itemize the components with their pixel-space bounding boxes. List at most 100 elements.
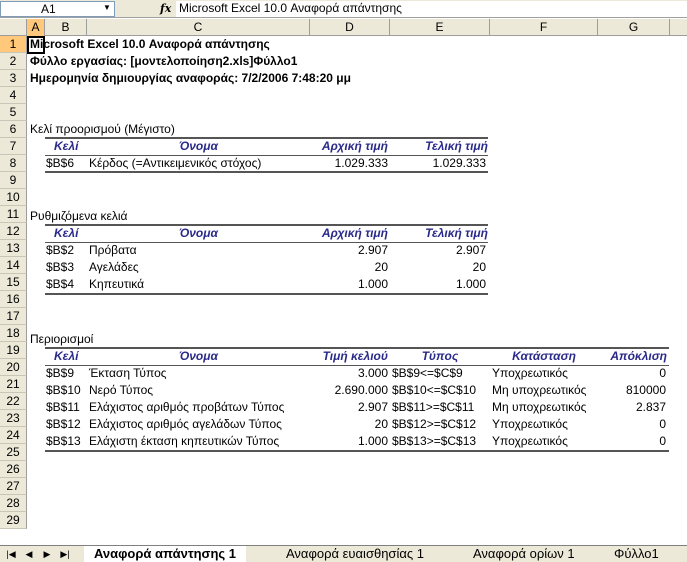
- row-header[interactable]: 12: [0, 223, 27, 240]
- next-sheet-icon[interactable]: ▶: [40, 547, 54, 561]
- table-cell[interactable]: Ελάχιστος αριθμός προβάτων Τύπος: [89, 399, 284, 416]
- table-cell[interactable]: 20: [390, 259, 486, 276]
- select-all-corner[interactable]: [0, 19, 27, 36]
- row-header[interactable]: 2: [0, 53, 27, 70]
- table-cell[interactable]: Ελάχιστη έκταση κηπευτικών Τύπος: [89, 433, 279, 450]
- prev-sheet-icon[interactable]: ◀: [22, 547, 36, 561]
- header-type[interactable]: Τύπος: [390, 348, 490, 365]
- row-header[interactable]: 3: [0, 70, 27, 87]
- table-cell[interactable]: 810000: [598, 382, 666, 399]
- header-cell[interactable]: Κελί: [54, 348, 78, 365]
- sheet-tab-answer-report[interactable]: Αναφορά απάντησης 1: [84, 546, 246, 562]
- table-cell[interactable]: $B$3: [46, 259, 74, 276]
- row-header[interactable]: 11: [0, 206, 27, 223]
- table-cell[interactable]: 2.907: [390, 242, 486, 259]
- adjustable-section-title[interactable]: Ρυθμιζόμενα κελιά: [30, 208, 127, 225]
- row-header[interactable]: 13: [0, 240, 27, 257]
- table-cell[interactable]: $B$13>=$C$13: [392, 433, 476, 450]
- row-header[interactable]: 20: [0, 359, 27, 376]
- constraints-section-title[interactable]: Περιορισμοί: [30, 331, 93, 348]
- header-name[interactable]: Όνομα: [87, 225, 310, 242]
- table-cell[interactable]: 2.907: [310, 399, 388, 416]
- header-name[interactable]: Όνομα: [87, 138, 310, 155]
- table-cell[interactable]: Κηπευτικά: [89, 276, 144, 293]
- table-cell[interactable]: Αγελάδες: [89, 259, 139, 276]
- row-header[interactable]: 16: [0, 291, 27, 308]
- column-header-a[interactable]: A: [27, 19, 45, 36]
- last-sheet-icon[interactable]: ▶|: [58, 547, 72, 561]
- name-box[interactable]: A1: [0, 1, 115, 17]
- header-initial[interactable]: Αρχική τιμή: [310, 138, 388, 155]
- table-cell[interactable]: $B$12>=$C$12: [392, 416, 476, 433]
- header-cell[interactable]: Κελί: [54, 138, 78, 155]
- table-cell[interactable]: Υποχρεωτικός: [492, 365, 568, 382]
- table-cell[interactable]: $B$10<=$C$10: [392, 382, 476, 399]
- header-value[interactable]: Τιμή κελιού: [310, 348, 388, 365]
- row-header[interactable]: 29: [0, 512, 27, 529]
- table-cell[interactable]: $B$2: [46, 242, 74, 259]
- sheet-tab-limits-report[interactable]: Αναφορά ορίων 1: [463, 546, 585, 562]
- row-header[interactable]: 25: [0, 444, 27, 461]
- row-header[interactable]: 8: [0, 155, 27, 172]
- table-cell[interactable]: 0: [598, 416, 666, 433]
- header-name[interactable]: Όνομα: [87, 348, 310, 365]
- column-header-f[interactable]: F: [490, 19, 598, 36]
- table-cell[interactable]: Έκταση Τύπος: [89, 365, 167, 382]
- header-initial[interactable]: Αρχική τιμή: [310, 225, 388, 242]
- header-slack[interactable]: Απόκλιση: [598, 348, 667, 365]
- sheet-tab-sheet1[interactable]: Φύλλο1: [604, 546, 669, 562]
- formula-input[interactable]: Microsoft Excel 10.0 Αναφορά απάντησης: [176, 1, 687, 17]
- dropdown-arrow-icon[interactable]: ▼: [100, 1, 114, 15]
- row-header[interactable]: 17: [0, 308, 27, 325]
- header-status[interactable]: Κατάσταση: [490, 348, 598, 365]
- table-cell[interactable]: 2.837: [598, 399, 666, 416]
- column-header-d[interactable]: D: [310, 19, 390, 36]
- table-cell[interactable]: 0: [598, 365, 666, 382]
- row-header[interactable]: 9: [0, 172, 27, 189]
- fx-icon[interactable]: fx: [160, 1, 174, 17]
- column-header-c[interactable]: C: [87, 19, 310, 36]
- table-cell[interactable]: $B$6: [46, 155, 74, 172]
- table-cell[interactable]: $B$12: [46, 416, 81, 433]
- row-header[interactable]: 14: [0, 257, 27, 274]
- report-worksheet[interactable]: Φύλλο εργασίας: [μοντελοποίηση2.xls]Φύλλ…: [30, 53, 297, 70]
- table-cell[interactable]: 1.029.333: [390, 155, 486, 172]
- table-cell[interactable]: Κέρδος (=Αντικειμενικός στόχος): [89, 155, 261, 172]
- table-cell[interactable]: Υποχρεωτικός: [492, 433, 568, 450]
- target-cell-section-title[interactable]: Κελί προορισμού (Μέγιστο): [30, 121, 175, 138]
- row-header[interactable]: 6: [0, 121, 27, 138]
- table-cell[interactable]: 1.029.333: [310, 155, 388, 172]
- sheet-tab-sensitivity-report[interactable]: Αναφορά ευαισθησίας 1: [276, 546, 434, 562]
- table-cell[interactable]: Μη υποχρεωτικός: [492, 399, 586, 416]
- table-cell[interactable]: 20: [310, 259, 388, 276]
- row-header[interactable]: 27: [0, 478, 27, 495]
- row-header[interactable]: 28: [0, 495, 27, 512]
- row-header[interactable]: 10: [0, 189, 27, 206]
- row-header[interactable]: 26: [0, 461, 27, 478]
- table-cell[interactable]: $B$4: [46, 276, 74, 293]
- row-header[interactable]: 19: [0, 342, 27, 359]
- table-cell[interactable]: 3.000: [310, 365, 388, 382]
- row-header[interactable]: 21: [0, 376, 27, 393]
- table-cell[interactable]: 20: [310, 416, 388, 433]
- row-header[interactable]: 4: [0, 87, 27, 104]
- row-header[interactable]: 24: [0, 427, 27, 444]
- header-cell[interactable]: Κελί: [54, 225, 78, 242]
- first-sheet-icon[interactable]: |◀: [4, 547, 18, 561]
- table-cell[interactable]: $B$10: [46, 382, 81, 399]
- column-header-e[interactable]: E: [390, 19, 490, 36]
- table-cell[interactable]: $B$13: [46, 433, 81, 450]
- column-header-g[interactable]: G: [598, 19, 670, 36]
- table-cell[interactable]: 1.000: [390, 276, 486, 293]
- row-header[interactable]: 15: [0, 274, 27, 291]
- table-cell[interactable]: Υποχρεωτικός: [492, 416, 568, 433]
- worksheet-grid[interactable]: Microsoft Excel 10.0 Αναφορά απάντησης Φ…: [27, 36, 687, 546]
- table-cell[interactable]: 0: [598, 433, 666, 450]
- row-header[interactable]: 18: [0, 325, 27, 342]
- table-cell[interactable]: $B$9: [46, 365, 74, 382]
- table-cell[interactable]: $B$11: [46, 399, 80, 416]
- row-header[interactable]: 22: [0, 393, 27, 410]
- column-header-b[interactable]: B: [45, 19, 87, 36]
- row-header[interactable]: 5: [0, 104, 27, 121]
- report-title[interactable]: Microsoft Excel 10.0 Αναφορά απάντησης: [30, 36, 270, 53]
